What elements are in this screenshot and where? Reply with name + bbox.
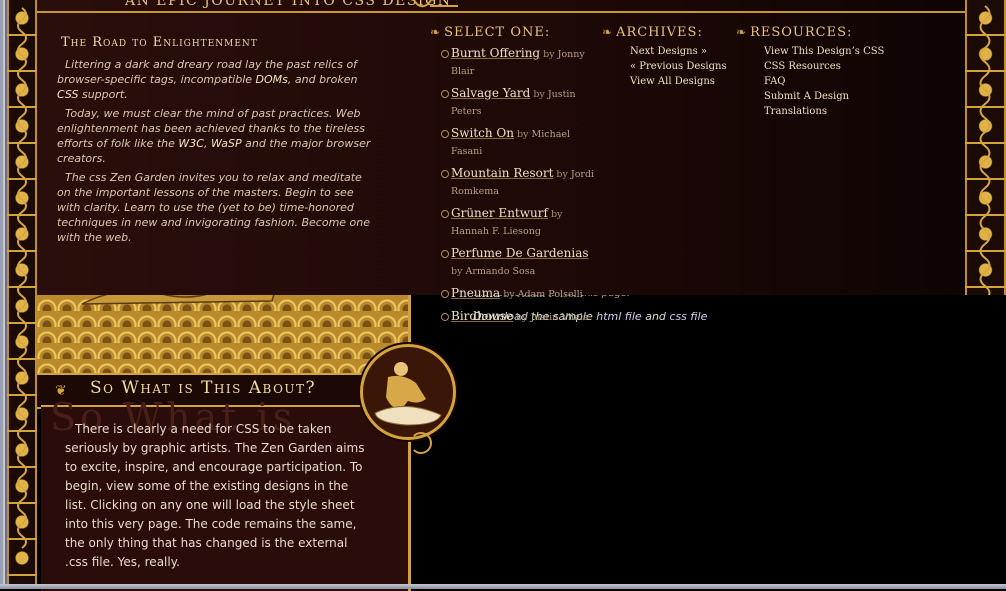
right-border-pattern bbox=[979, 5, 991, 295]
html-file-link[interactable]: html file bbox=[596, 310, 641, 323]
road-p1-text-2: , and broken bbox=[287, 73, 358, 86]
archives-link[interactable]: « Previous Designs bbox=[630, 59, 727, 74]
design-link[interactable]: Pneuma bbox=[451, 286, 500, 300]
road-p2-sep: , bbox=[203, 137, 211, 150]
bullet-icon bbox=[441, 210, 449, 218]
design-author: Hannah F. Liesong bbox=[451, 226, 541, 237]
by-label: by bbox=[500, 289, 518, 300]
bullet-icon bbox=[441, 290, 449, 298]
about-text: There is clearly a need for CSS to be ta… bbox=[65, 422, 365, 569]
road-paragraph-1: Littering a dark and dreary road lay the… bbox=[57, 57, 372, 102]
design-item: Mountain Resort by Jordi Romkema bbox=[441, 165, 601, 199]
window-bottom-edge bbox=[0, 584, 1006, 589]
bullet-icon bbox=[441, 170, 449, 178]
download-and-text: and bbox=[641, 310, 670, 323]
design-author: Adam Polselli bbox=[517, 289, 583, 300]
leaf-ornament-icon: ❧ bbox=[736, 25, 748, 39]
css-link[interactable]: CSS bbox=[57, 88, 78, 101]
design-link[interactable]: Perfume De Gardenias bbox=[451, 246, 589, 260]
resources-link[interactable]: View This Design’s CSS bbox=[764, 44, 884, 59]
bullet-icon bbox=[441, 50, 449, 58]
design-item: Burnt Offering by Jonny Blair bbox=[441, 45, 601, 79]
w3c-link[interactable]: W3C bbox=[178, 137, 204, 150]
design-link[interactable]: Salvage Yard bbox=[451, 86, 530, 100]
design-item: Perfume De Gardenias by Armando Sosa bbox=[441, 245, 601, 279]
monk-figure-icon bbox=[374, 362, 442, 426]
road-p1-end: support. bbox=[78, 88, 128, 101]
by-label: by bbox=[553, 169, 571, 180]
leaf-ornament-icon: ❧ bbox=[430, 25, 442, 39]
design-link[interactable]: Birdhouse bbox=[451, 309, 513, 323]
by-label: by bbox=[513, 312, 531, 323]
resources-heading: ❧ RESOURCES: bbox=[736, 25, 852, 40]
resources-link[interactable]: Translations bbox=[764, 104, 884, 119]
by-label: by bbox=[513, 129, 532, 140]
select-heading-label: SELECT ONE: bbox=[444, 25, 551, 40]
archives-list: Next Designs » « Previous Designs View All… bbox=[630, 44, 727, 89]
wave-illustration bbox=[37, 260, 411, 373]
bullet-icon bbox=[441, 130, 449, 138]
by-label: by bbox=[451, 266, 466, 277]
design-author: Justin Vilela bbox=[530, 312, 589, 323]
road-paragraph-3: The css Zen Garden invites you to relax … bbox=[57, 171, 371, 244]
archives-heading-label: ARCHIVES: bbox=[616, 25, 703, 40]
select-heading: ❧ SELECT ONE: bbox=[430, 25, 550, 40]
archives-link[interactable]: Next Designs » bbox=[630, 44, 727, 59]
medallion-curl bbox=[410, 432, 432, 454]
design-link[interactable]: Burnt Offering bbox=[451, 46, 540, 60]
bullet-icon bbox=[441, 90, 449, 98]
doms-link[interactable]: DOMs bbox=[256, 73, 288, 86]
by-label: by bbox=[540, 49, 558, 60]
resources-link[interactable]: Submit A Design bbox=[764, 89, 884, 104]
design-item: Pneuma by Adam Polselli bbox=[441, 285, 601, 302]
left-ornamental-border bbox=[7, 0, 37, 589]
archives-heading: ❧ ARCHIVES: bbox=[602, 25, 703, 40]
design-author: Armando Sosa bbox=[465, 266, 536, 277]
resources-heading-label: RESOURCES: bbox=[750, 25, 853, 40]
design-item: Grüner Entwurf by Hannah F. Liesong bbox=[441, 205, 601, 239]
by-label: by bbox=[547, 209, 563, 220]
bullet-icon bbox=[441, 250, 449, 258]
design-link[interactable]: Grüner Entwurf bbox=[451, 206, 548, 220]
top-swirl-ornament bbox=[413, 0, 458, 8]
design-link[interactable]: Switch On bbox=[451, 126, 514, 140]
resources-link[interactable]: CSS Resources bbox=[764, 59, 884, 74]
site-tagline: AN EPIC JOURNEY INTO CSS DESIGN bbox=[125, 0, 452, 9]
bullet-icon bbox=[441, 313, 449, 321]
left-border-pattern bbox=[17, 7, 27, 549]
resources-list: View This Design’s CSS CSS Resources FAQ Su… bbox=[764, 44, 884, 119]
road-title: The Road to Enlightenment bbox=[61, 35, 258, 50]
design-item: Salvage Yard by Justin Peters bbox=[441, 85, 601, 119]
resources-link[interactable]: FAQ bbox=[764, 74, 884, 89]
wasp-link[interactable]: WaSP bbox=[211, 137, 242, 150]
design-link[interactable]: Mountain Resort bbox=[451, 166, 553, 180]
design-item: Switch On by Michael Fasani bbox=[441, 125, 601, 159]
css-file-link[interactable]: css file bbox=[669, 310, 707, 323]
right-ornamental-border bbox=[965, 0, 1006, 295]
archives-link[interactable]: View All Designs bbox=[630, 74, 727, 89]
window-left-edge bbox=[0, 0, 7, 589]
leaf-ornament-icon: ❧ bbox=[602, 25, 614, 39]
by-label: by bbox=[530, 89, 548, 100]
road-paragraph-2: Today, we must clear the mind of past pr… bbox=[57, 106, 372, 166]
design-list: Burnt Offering by Jonny Blair Salvage Yar… bbox=[441, 45, 601, 331]
monk-medallion bbox=[360, 344, 456, 440]
design-item: Birdhouse by Justin Vilela bbox=[441, 308, 601, 325]
